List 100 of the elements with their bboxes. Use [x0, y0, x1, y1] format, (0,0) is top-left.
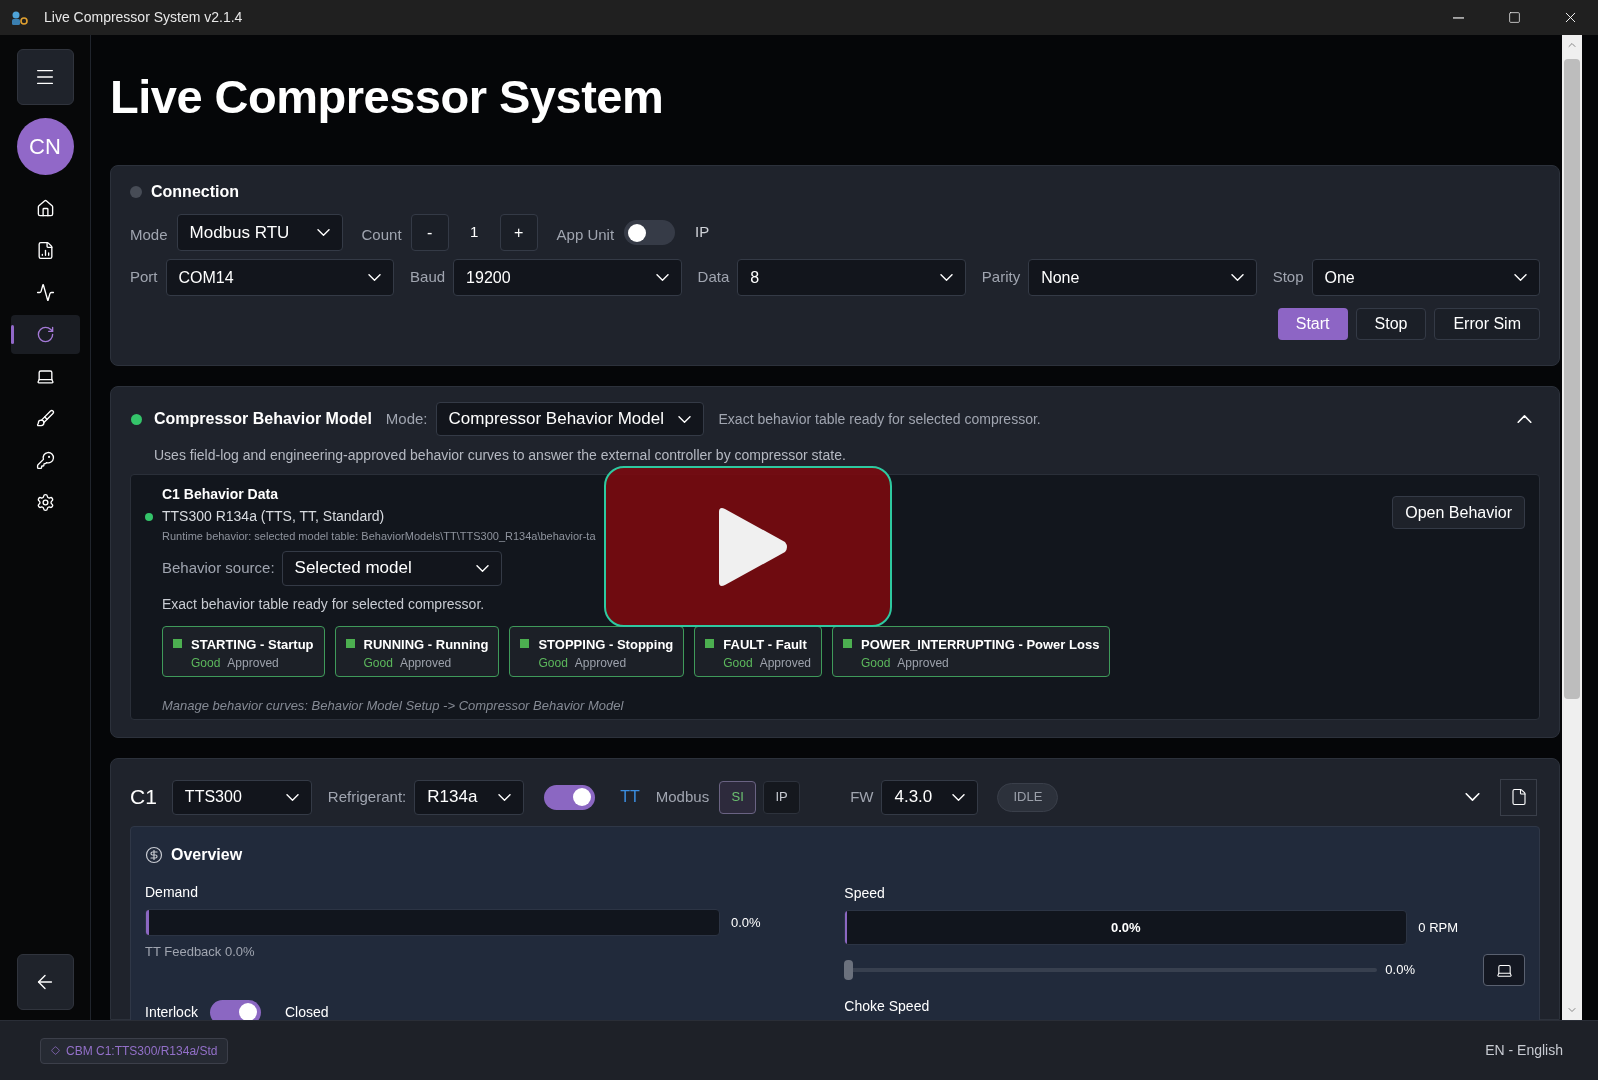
chevron-down-icon [655, 274, 669, 281]
settings-icon [35, 493, 55, 512]
serial-select[interactable]: 19200 [453, 259, 682, 296]
action-button[interactable]: Stop [1355, 308, 1427, 340]
maximize-icon [1507, 11, 1521, 24]
demand-reading: 0.0% [731, 913, 761, 932]
open-behavior-button[interactable]: Open Behavior [1392, 496, 1525, 529]
brush-icon [35, 409, 55, 428]
user-avatar[interactable]: CN [16, 118, 74, 175]
enable-toggle[interactable] [544, 784, 596, 810]
chevron-down-icon [1514, 274, 1528, 281]
diamond-icon [51, 1046, 60, 1055]
field-label: Refrigerant: [327, 786, 407, 807]
quality-text: Good [191, 655, 221, 672]
approval-text: Approved [227, 655, 279, 672]
app-unit-toggle[interactable] [624, 220, 676, 245]
panel-title: Overview [171, 845, 243, 865]
ready-text: Exact behavior table ready for selected compressor. [162, 594, 486, 614]
quality-text: Good [723, 655, 753, 672]
field-label: Modbus [655, 786, 710, 807]
scrollbar[interactable] [1562, 35, 1582, 1020]
state-name: FAULT - Fault [723, 635, 808, 654]
firmware-select[interactable]: 4.3.0 [881, 779, 979, 815]
description-text: Uses field-log and engineering-approved behavior curves to answer the external controller by compressor state. [154, 446, 847, 465]
source-select[interactable]: Selected model [281, 550, 502, 586]
demand-label: Demand [145, 883, 199, 902]
chevron-down-icon [368, 274, 382, 281]
model-text: TTS300 R134a (TTS, TT, Standard) [162, 507, 386, 526]
model-select[interactable]: TTS300 [171, 779, 312, 815]
chevron-down-icon [316, 229, 330, 236]
chevron-down-icon [1230, 274, 1244, 281]
language-text: EN - English [1485, 1041, 1563, 1060]
serial-select[interactable]: COM14 [165, 259, 395, 296]
quality-text: Good [861, 655, 891, 672]
field-label: Mode: [385, 408, 428, 429]
state-name: STOPPING - Stopping [538, 635, 674, 654]
field-label: Count [361, 225, 402, 246]
state-name: STARTING - Startup [191, 635, 314, 654]
interlock-toggle[interactable] [209, 999, 261, 1020]
chevron-down-icon [498, 793, 512, 801]
approval-text: Approved [574, 655, 627, 672]
unit-toggle-button[interactable]: SI [719, 780, 757, 814]
quality-text: Good [363, 655, 393, 672]
count-value: 1 [468, 222, 480, 243]
monitor-button[interactable] [1483, 954, 1525, 986]
rotate-icon [35, 325, 55, 344]
play-button[interactable] [604, 466, 892, 627]
minimize-icon [1452, 16, 1464, 19]
pulse-icon [35, 283, 55, 302]
interlock-state: Closed [284, 1002, 329, 1020]
state-marker-icon [173, 638, 182, 648]
field-label: FW [850, 786, 874, 807]
key-icon [35, 451, 55, 470]
state-name: POWER_INTERRUPTING - Power Loss [861, 635, 1100, 654]
unit-label: IP [695, 222, 710, 243]
mode-select[interactable]: Compressor Behavior Model [435, 402, 704, 436]
speed-label: Speed [844, 884, 886, 903]
field-label: Data [697, 267, 730, 288]
report-icon [35, 241, 55, 260]
chevron-down-icon [677, 415, 691, 423]
chevron-up-icon [1516, 415, 1532, 423]
approval-text: Approved [759, 655, 811, 672]
refrigerant-select[interactable]: R134a [414, 779, 525, 815]
mode-select[interactable]: Modbus RTU [176, 214, 343, 251]
document-icon [1509, 788, 1528, 806]
field-label: Behavior source: [162, 557, 275, 578]
serial-select[interactable]: 8 [737, 259, 966, 296]
chevron-down-icon [475, 564, 489, 572]
serial-select[interactable]: None [1028, 259, 1257, 296]
field-label: App Unit [556, 225, 615, 246]
approval-text: Approved [897, 655, 949, 672]
state-marker-icon [705, 638, 715, 648]
speed-slider[interactable] [844, 960, 1378, 980]
serial-select[interactable]: One [1311, 259, 1541, 296]
choke-speed-label: Choke Speed [844, 997, 931, 1016]
footer-note: Manage behavior curves: Behavior Model Setup -> Compressor Behavior Model [162, 696, 625, 715]
field-label: Baud [410, 267, 446, 288]
menu-button[interactable] [16, 49, 74, 105]
document-button[interactable] [1500, 778, 1537, 816]
field-label: Parity [981, 267, 1021, 288]
state-marker-icon [345, 638, 355, 648]
state-marker-icon [843, 638, 852, 648]
speed-slider-thumb[interactable] [844, 960, 854, 980]
unit-toggle-button[interactable]: IP [763, 780, 801, 814]
speed-bar-text: 0.0% [1111, 918, 1141, 937]
increment-button[interactable]: + [499, 214, 538, 251]
chevron-down-icon [939, 274, 953, 281]
app-logo-icon [10, 9, 28, 26]
status-text: Exact behavior table ready for selected compressor. [718, 409, 1041, 429]
window-title: Live Compressor System v2.1.4 [44, 8, 243, 27]
panel-title: C1 Behavior Data [162, 485, 279, 504]
decrement-button[interactable]: - [410, 214, 449, 251]
action-button[interactable]: Start [1277, 308, 1348, 340]
quality-text: Good [538, 655, 568, 672]
interlock-label: Interlock [145, 1002, 198, 1020]
action-button[interactable]: Error Sim [1434, 308, 1540, 340]
page-title: Live Compressor System [110, 69, 665, 125]
field-label: Port [130, 267, 158, 288]
state-marker-icon [520, 638, 530, 648]
profile-badge[interactable]: CBM C1:TTS300/R134a/Std [40, 1037, 229, 1064]
